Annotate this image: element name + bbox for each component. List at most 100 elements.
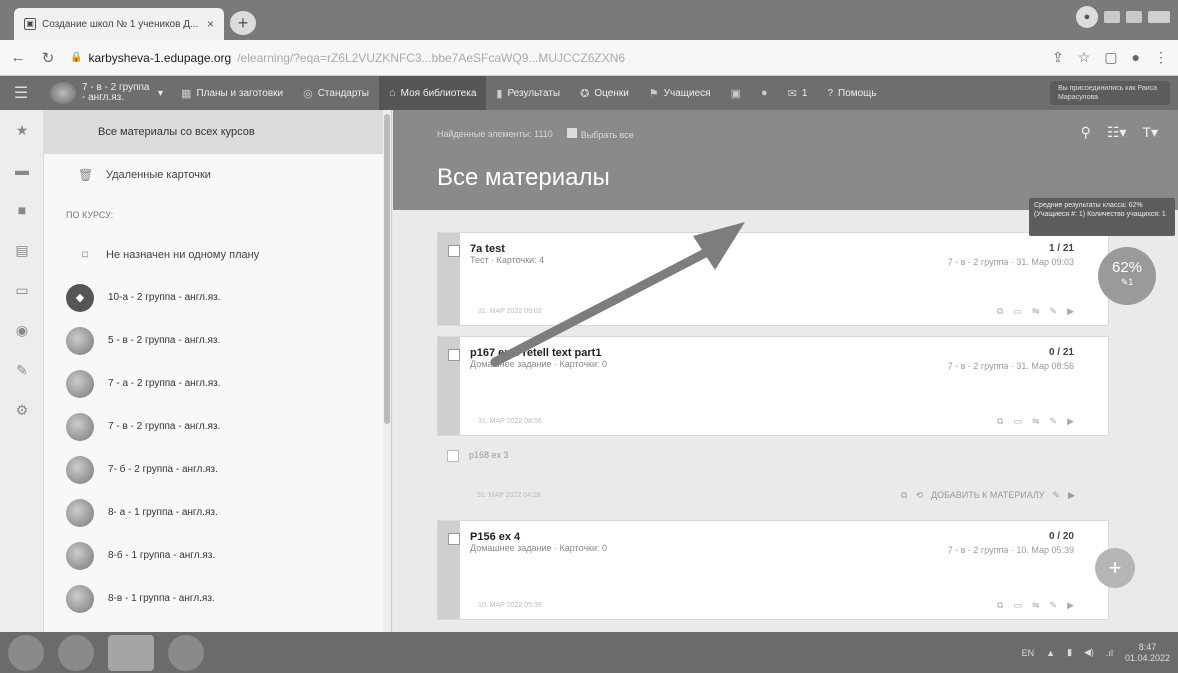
course-avatar xyxy=(66,541,94,570)
course-item[interactable]: 7 - в - 2 группа - англ.яз. xyxy=(44,405,391,448)
menu-plans[interactable]: ▦ Планы и заготовки xyxy=(171,76,293,110)
course-item[interactable]: ◆ 10-а - 2 группа - англ.яз. xyxy=(44,276,391,319)
close-window-button[interactable] xyxy=(1148,11,1170,23)
message-count: 1 xyxy=(801,87,808,99)
maximize-button[interactable] xyxy=(1126,11,1142,23)
address-bar[interactable]: 🔒 karbysheva-1.edupage.org /elearning/?e… xyxy=(70,45,1038,71)
url-path: /elearning/?eqa=rZ6L2VUZKNFC3...bbe7AeSF… xyxy=(237,50,626,65)
course-avatar xyxy=(66,498,94,527)
course-item[interactable]: 7- б - 2 группа - англ.яз. xyxy=(44,448,391,491)
clock-date: 01.04.2022 xyxy=(1124,652,1170,663)
favicon-icon: ▣ xyxy=(24,18,36,30)
browser-tab[interactable]: ▣ Создание школ № 1 учеников Д... × xyxy=(14,8,224,40)
grades-icon: ✪ xyxy=(580,87,590,100)
url-host: karbysheva-1.edupage.org xyxy=(88,50,232,65)
chat-button[interactable]: ● xyxy=(751,76,778,110)
tray-arrow-icon[interactable]: ▲ xyxy=(1046,648,1055,658)
people-icon[interactable]: ◉ xyxy=(0,310,44,350)
paint-icon[interactable]: ✎ xyxy=(0,350,44,390)
message-icon[interactable]: ▬ xyxy=(0,150,44,190)
group-label: 7 - в - 2 группа - англ.яз. xyxy=(82,82,150,103)
chevron-down-icon: ▾ xyxy=(158,87,164,99)
reload-icon[interactable]: ↻ xyxy=(40,49,56,67)
menu-standards[interactable]: ◎ Стандарты xyxy=(293,76,379,110)
start-button[interactable] xyxy=(8,634,44,671)
tab-close-icon[interactable]: × xyxy=(207,17,214,31)
group-selector[interactable]: 7 - в - 2 группа - англ.яз. ▾ xyxy=(42,82,171,104)
settings-icon[interactable]: ⚙ xyxy=(0,390,44,430)
average-result-badge[interactable]: 62% ✎1 xyxy=(1098,247,1156,305)
menu-my-library[interactable]: ⌂ Моя библиотека xyxy=(378,76,487,110)
back-arrow-icon[interactable]: ← xyxy=(10,49,26,66)
trash-icon: 🗑 xyxy=(78,168,94,182)
all-materials-item[interactable]: Все материалы со всех курсов xyxy=(44,110,391,154)
new-tab-button[interactable]: + xyxy=(230,11,256,35)
course-item[interactable]: 8- а - 1 группа - англ.яз. xyxy=(44,491,391,534)
clock-time: 8:47 xyxy=(1138,641,1157,652)
taskbar-app-icon[interactable] xyxy=(168,634,204,671)
arrow-annotation xyxy=(490,222,745,367)
course-avatar xyxy=(66,455,94,484)
account-icon[interactable]: ● xyxy=(1132,49,1140,66)
system-tray: EN ▲ ▮ ◀) .ıl 8:47 01.04.2022 xyxy=(1022,642,1170,664)
chrome-taskbar-icon[interactable] xyxy=(108,634,154,671)
menu-results[interactable]: ▮ Результаты xyxy=(486,76,570,110)
menu-grades[interactable]: ✪ Оценки xyxy=(570,76,639,110)
bookmark-icon: ⌑ xyxy=(81,248,89,262)
app-toolbar: ☰ 7 - в - 2 группа - англ.яз. ▾ ▦ Планы и… xyxy=(0,76,1178,110)
calendar-button[interactable]: ▣ xyxy=(721,76,751,110)
course-avatar xyxy=(66,584,94,613)
more-menu-icon[interactable]: ⋮ xyxy=(1154,49,1168,66)
not-assigned-item[interactable]: ⌑ Не назначен ни одному плану xyxy=(44,234,391,276)
lock-icon: 🔒 xyxy=(70,52,83,63)
window-controls: ● xyxy=(1076,6,1170,28)
messages-button[interactable]: ✉ 1 xyxy=(778,76,818,110)
book-icon[interactable]: ■ xyxy=(0,190,44,230)
bookmark-star-icon[interactable]: ☆ xyxy=(1078,49,1091,66)
course-item[interactable]: 8-в - 1 группа - англ.яз. xyxy=(44,577,391,620)
windows-taskbar: EN ▲ ▮ ◀) .ıl 8:47 01.04.2022 xyxy=(0,632,1178,673)
signal-icon[interactable]: .ıl xyxy=(1106,648,1113,658)
clock[interactable]: 8:47 01.04.2022 xyxy=(1125,642,1170,664)
language-indicator[interactable]: EN xyxy=(1022,648,1035,658)
profile-icon[interactable]: ● xyxy=(1076,6,1098,28)
taskbar-app-icon[interactable] xyxy=(58,634,94,671)
add-material-button[interactable]: + xyxy=(1095,548,1135,588)
help-button[interactable]: ? Помощь xyxy=(817,76,886,110)
library-icon: ⌂ xyxy=(388,87,396,99)
user-menu[interactable]: Вы присоединились как Раиса Марасулова xyxy=(1050,81,1170,105)
students-icon: ⚑ xyxy=(648,87,659,100)
mail-icon: ✉ xyxy=(787,87,797,100)
tab-search-icon[interactable]: ▢ xyxy=(1104,49,1117,66)
class-results-tooltip: Средние результаты класса: 62% (Учащиеся… xyxy=(1029,198,1175,236)
browser-toolbar: ← ↻ 🔒 karbysheva-1.edupage.org /elearnin… xyxy=(0,40,1178,76)
scrollbar-thumb[interactable] xyxy=(384,114,390,424)
results-icon: ▮ xyxy=(496,87,503,100)
course-avatar xyxy=(66,412,94,441)
materials-panel: Найденные элементы: 1110 Выбрать все Все… xyxy=(393,110,1178,632)
icon-rail: ★ ▬ ■ ▤ ▭ ◉ ✎ ⚙ xyxy=(0,110,44,632)
course-item[interactable]: 8-б - 1 группа - англ.яз. xyxy=(44,534,391,577)
minimize-button[interactable] xyxy=(1104,11,1120,23)
standards-icon: ◎ xyxy=(303,87,313,100)
course-item[interactable]: 5 - в - 2 группа - англ.яз. xyxy=(44,319,391,362)
section-label: ПО КУРСУ: xyxy=(66,210,114,220)
course-avatar xyxy=(66,369,94,398)
star-icon[interactable]: ★ xyxy=(0,110,44,150)
card-icon[interactable]: ▭ xyxy=(0,270,44,310)
document-icon[interactable]: ▤ xyxy=(0,230,44,270)
browser-tab-strip: ▣ Создание школ № 1 учеников Д... × + ● xyxy=(0,0,1178,40)
calendar-icon: ▣ xyxy=(730,87,741,100)
sidebar-scrollbar[interactable] xyxy=(383,110,391,632)
deleted-cards-item[interactable]: 🗑 Удаленные карточки xyxy=(44,154,391,196)
menu-students[interactable]: ⚑ Учащиеся xyxy=(639,76,721,110)
volume-icon[interactable]: ◀) xyxy=(1084,647,1094,658)
percent-value: 62% xyxy=(1111,259,1143,276)
share-icon[interactable]: ⇪ xyxy=(1052,49,1064,66)
network-icon[interactable]: ▮ xyxy=(1067,647,1072,658)
percent-count: ✎1 xyxy=(1120,277,1134,287)
tab-title: Создание школ № 1 учеников Д... xyxy=(42,18,199,30)
course-sidebar: Все материалы со всех курсов 🗑 Удаленные… xyxy=(44,110,392,632)
course-item[interactable]: 7 - а - 2 группа - англ.яз. xyxy=(44,362,391,405)
hamburger-menu-icon[interactable]: ☰ xyxy=(0,83,42,103)
